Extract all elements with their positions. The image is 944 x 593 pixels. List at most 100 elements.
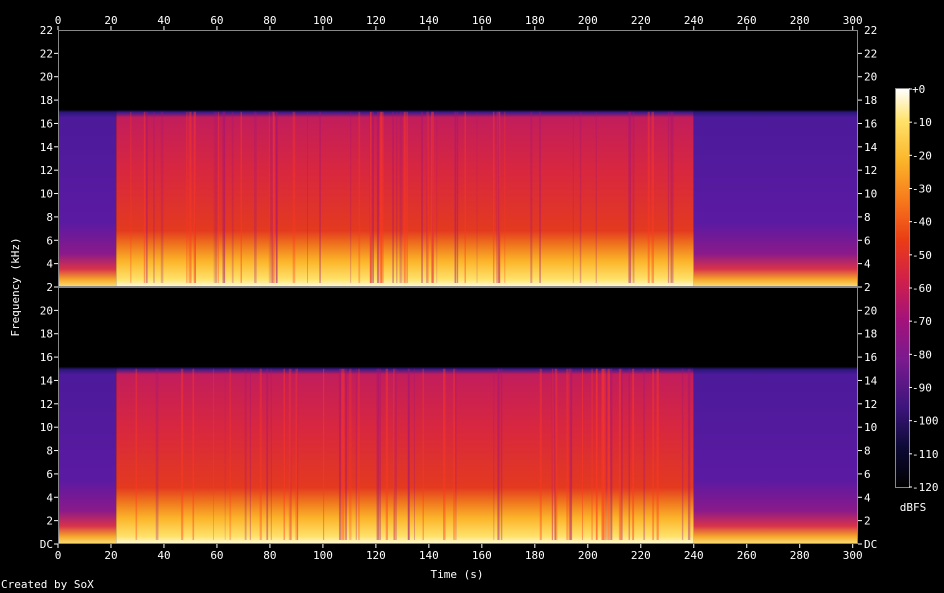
x-tick-label-bottom: 280 (790, 549, 810, 562)
spectral-streak (345, 368, 347, 540)
y-tick-label-right: 18 (864, 94, 877, 107)
spectral-streak (254, 111, 257, 283)
spectral-streak (229, 368, 232, 540)
spectral-streak (618, 368, 622, 540)
spectral-streak (135, 368, 138, 540)
colorbar-tick-label: -120 (912, 481, 939, 494)
y-tick-label-right: 14 (864, 141, 878, 154)
spectral-streak (607, 368, 610, 540)
spectral-streak (407, 368, 410, 540)
y-tick-label-left: 10 (40, 421, 53, 434)
y-tick-label-left: 18 (40, 328, 53, 341)
spectral-streak (667, 111, 670, 283)
spectral-streak (283, 368, 286, 540)
y-tick-label-left: 6 (46, 468, 53, 481)
y-tick-label-left: 18 (40, 94, 53, 107)
spectral-streak (591, 368, 593, 540)
spectral-streak (579, 111, 582, 283)
y-axis-label: Frequency (kHz) (9, 237, 22, 336)
spectral-streak (130, 111, 132, 283)
spectral-streak (392, 111, 394, 283)
y-tick-label-left: 12 (40, 398, 53, 411)
y-tick-label-right: 20 (864, 304, 877, 317)
colorbar-tick-label: -100 (912, 415, 939, 428)
spectral-streak (231, 111, 234, 283)
y-tick-label-left: 14 (40, 141, 54, 154)
spectral-streak (275, 111, 278, 283)
spectral-streak (681, 368, 684, 540)
spectral-streak (596, 368, 598, 540)
y-tick-label-left: 2 (46, 515, 53, 528)
spectral-streak (628, 111, 632, 283)
spectral-streak (153, 111, 155, 283)
y-tick-label-right: 2 (864, 515, 871, 528)
segment-outro (693, 30, 858, 287)
spectral-streak (307, 111, 308, 283)
spectral-streak (213, 111, 215, 283)
spectral-streak (406, 111, 408, 283)
x-tick-label-top: 240 (684, 14, 704, 27)
colorbar-tick-label: -80 (912, 348, 932, 361)
spectral-streak (399, 111, 402, 283)
spectral-streak (350, 111, 352, 283)
spectral-streak (500, 368, 503, 540)
spectral-streak (453, 368, 455, 540)
y-tick-label-left: 8 (46, 211, 53, 224)
y-tick-label-right: 16 (864, 351, 877, 364)
y-tick-label-left: 20 (40, 304, 53, 317)
colorbar-tick-label: -60 (912, 282, 932, 295)
segment-intro (58, 30, 117, 287)
y-tick-label-left: 10 (40, 188, 53, 201)
y-tick-label-right: 10 (864, 421, 877, 434)
y-tick-label-left: 2 (46, 281, 53, 294)
y-tick-label-left: 4 (46, 491, 53, 504)
y-tick-label-left: 14 (40, 374, 54, 387)
spectral-streak (214, 111, 218, 283)
spectral-streak (495, 111, 497, 283)
x-tick-label-top: 80 (263, 14, 276, 27)
spectral-streak (492, 111, 495, 283)
spectral-streak (270, 111, 274, 283)
spectral-streak (652, 368, 655, 540)
segment-outro (693, 287, 858, 544)
spectral-streak (687, 368, 691, 540)
y-tick-label-left: DC (40, 538, 53, 551)
y-tick-label-right: 8 (864, 445, 871, 458)
spectral-streak (443, 368, 446, 540)
spectral-streak (426, 111, 428, 283)
spectral-streak (358, 368, 360, 540)
x-tick-label-top: 120 (366, 14, 386, 27)
spectral-streak (628, 368, 631, 540)
spectral-streak (396, 111, 398, 283)
spectral-streak (193, 111, 196, 283)
x-tick-label-bottom: 180 (525, 549, 545, 562)
y-tick-label-right: 10 (864, 188, 877, 201)
y-tick-label-right: 16 (864, 117, 877, 130)
spectral-streak (566, 368, 569, 540)
y-tick-label-right: 14 (864, 374, 878, 387)
x-tick-label-bottom: 240 (684, 549, 704, 562)
spectral-streak (455, 368, 457, 540)
x-tick-label-bottom: 60 (210, 549, 223, 562)
spectral-streak (180, 368, 184, 540)
x-tick-label-bottom: 300 (843, 549, 863, 562)
spectral-streak (413, 368, 415, 540)
spectral-streak (186, 111, 188, 283)
spectral-streak (605, 368, 608, 540)
spectral-streak (376, 111, 380, 283)
spectral-streak (569, 368, 573, 540)
x-tick-label-top: 60 (210, 14, 223, 27)
y-tick-label-left: 22 (40, 24, 53, 37)
colorbar-tick-label: -110 (912, 448, 939, 461)
spectral-streak (358, 111, 361, 283)
spectral-streak (288, 368, 292, 540)
spectral-streak (464, 111, 466, 283)
x-tick-label-bottom: 140 (419, 549, 439, 562)
spectral-streak (319, 111, 321, 283)
y-tick-label-left: 20 (40, 71, 53, 84)
colorbar-tick-label: -10 (912, 116, 932, 129)
channel-panel (58, 287, 858, 544)
spectral-streak (244, 368, 247, 540)
spectral-streak (602, 368, 604, 540)
colorbar: +0 -10 -20 -30 -40 -50 -60 -70 -80 -90 -100 -110 -12… (895, 83, 939, 514)
